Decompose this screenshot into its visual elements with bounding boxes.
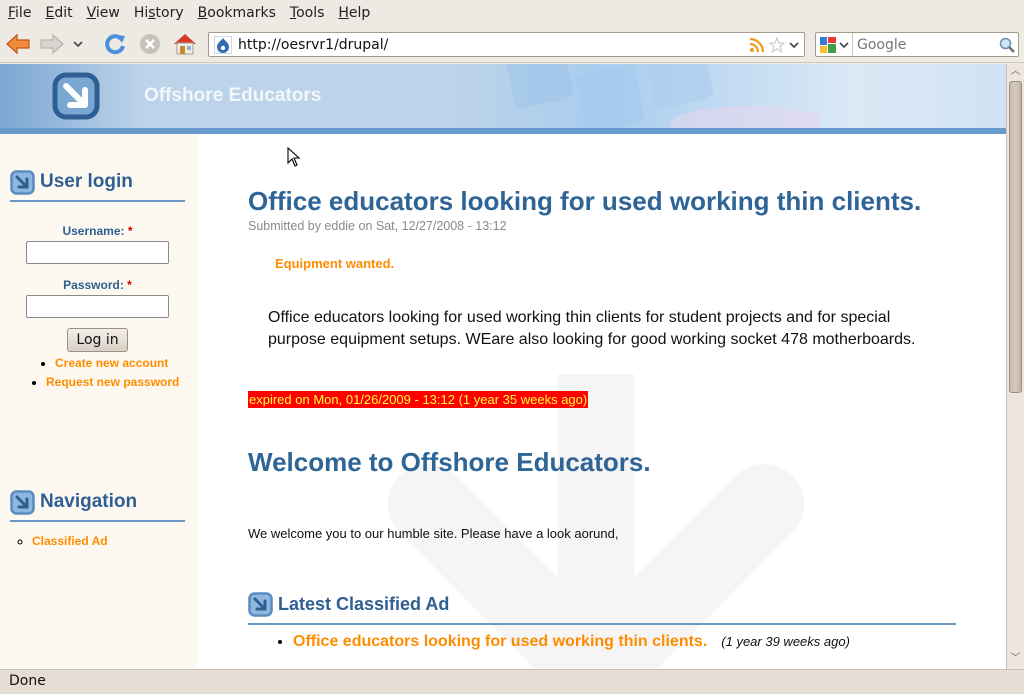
main-content: Office educators looking for used workin…	[198, 134, 1008, 669]
drupal-favicon-icon	[214, 35, 232, 54]
latest-classified-block: Latest Classified Ad Office educators lo…	[248, 590, 956, 651]
menu-tools[interactable]: Tools	[284, 5, 331, 21]
required-marker: *	[127, 224, 133, 238]
login-button[interactable]: Log in	[67, 328, 128, 352]
block-arrow-icon	[10, 489, 35, 515]
search-input[interactable]	[853, 36, 999, 53]
bookmark-star-icon[interactable]	[769, 36, 785, 53]
home-button[interactable]	[171, 31, 199, 57]
reload-icon	[105, 34, 125, 55]
address-bar[interactable]: http://oesrvr1/drupal/	[208, 32, 805, 57]
node-title[interactable]: Office educators looking for used workin…	[248, 186, 921, 217]
login-form: Username: * Password: * Log in Create ne…	[10, 224, 185, 392]
vertical-scrollbar[interactable]: ︿ ﹀	[1006, 64, 1024, 669]
back-arrow-icon	[6, 33, 30, 55]
menu-bookmarks[interactable]: Bookmarks	[192, 5, 282, 21]
left-sidebar: User login Username: * Password: * Log i…	[0, 134, 197, 669]
classified-ad-link[interactable]: Office educators looking for used workin…	[293, 633, 707, 650]
required-marker: *	[127, 278, 132, 292]
forward-arrow-icon	[40, 33, 64, 55]
expired-notice: expired on Mon, 01/26/2009 - 13:12 (1 ye…	[248, 391, 589, 408]
classified-ad-age: (1 year 39 weeks ago)	[721, 634, 850, 649]
rss-feed-icon[interactable]	[749, 37, 765, 53]
menu-help[interactable]: Help	[332, 5, 376, 21]
navigation-block: Navigation Classified Ad	[10, 488, 185, 548]
user-login-title: User login	[40, 171, 133, 192]
list-item: Office educators looking for used workin…	[293, 633, 956, 651]
block-arrow-icon	[248, 592, 273, 617]
scrollbar-thumb[interactable]	[1009, 81, 1022, 393]
latest-classified-title: Latest Classified Ad	[278, 594, 450, 614]
chevron-down-icon	[73, 41, 83, 48]
menu-bar: File Edit View History Bookmarks Tools H…	[0, 0, 1024, 25]
submitted-info: Submitted by eddie on Sat, 12/27/2008 - …	[248, 219, 507, 233]
password-label: Password: *	[63, 278, 132, 292]
back-button[interactable]	[4, 31, 32, 57]
navigation-title: Navigation	[40, 491, 138, 512]
user-login-block: User login Username: * Password: * Log i…	[10, 168, 185, 392]
username-label: Username: *	[62, 224, 133, 238]
welcome-text: We welcome you to our humble site. Pleas…	[248, 526, 619, 541]
search-bar	[815, 32, 1019, 57]
chevron-down-icon	[839, 41, 849, 48]
keyboard-background-graphic	[506, 64, 820, 128]
home-icon	[174, 34, 196, 55]
status-bar: Done	[0, 669, 1024, 694]
request-password-link[interactable]: Request new password	[46, 375, 179, 389]
site-logo-arrow-icon[interactable]	[52, 72, 100, 120]
navigation-links: Classified Ad	[10, 534, 185, 548]
status-text: Done	[9, 673, 46, 689]
mouse-cursor-icon	[287, 147, 301, 167]
search-engine-selector[interactable]	[816, 33, 853, 56]
site-name[interactable]: Offshore Educators	[144, 85, 321, 107]
forward-button[interactable]	[38, 31, 66, 57]
stop-icon	[140, 34, 160, 54]
navigation-toolbar: http://oesrvr1/drupal/	[0, 25, 1024, 63]
nav-link-classified-ad[interactable]: Classified Ad	[32, 534, 108, 548]
search-magnifier-icon[interactable]	[999, 37, 1015, 53]
node-body: Office educators looking for used workin…	[268, 309, 916, 348]
block-arrow-icon	[10, 169, 35, 195]
menu-file[interactable]: File	[2, 5, 37, 21]
login-links: Create new account Request new password	[10, 354, 185, 392]
password-field[interactable]	[26, 295, 169, 318]
latest-classified-list: Office educators looking for used workin…	[248, 633, 956, 651]
menu-history[interactable]: History	[128, 5, 190, 21]
scroll-down-arrow-icon[interactable]: ﹀	[1007, 651, 1024, 667]
stop-button[interactable]	[136, 31, 164, 57]
page-viewport: Offshore Educators User login Username: …	[0, 64, 1008, 669]
create-account-link[interactable]: Create new account	[55, 356, 168, 370]
welcome-title: Welcome to Offshore Educators.	[248, 447, 651, 477]
google-engine-icon	[820, 36, 836, 53]
username-field[interactable]	[26, 241, 169, 264]
menu-view[interactable]: View	[81, 5, 126, 21]
scroll-up-arrow-icon[interactable]: ︿	[1007, 64, 1024, 80]
url-text[interactable]: http://oesrvr1/drupal/	[238, 37, 749, 53]
taxonomy-term-link[interactable]: Equipment wanted.	[275, 256, 394, 271]
reload-button[interactable]	[101, 31, 129, 57]
menu-edit[interactable]: Edit	[39, 5, 78, 21]
history-dropdown-button[interactable]	[70, 31, 86, 57]
url-dropdown-chevron-icon[interactable]	[789, 41, 799, 49]
